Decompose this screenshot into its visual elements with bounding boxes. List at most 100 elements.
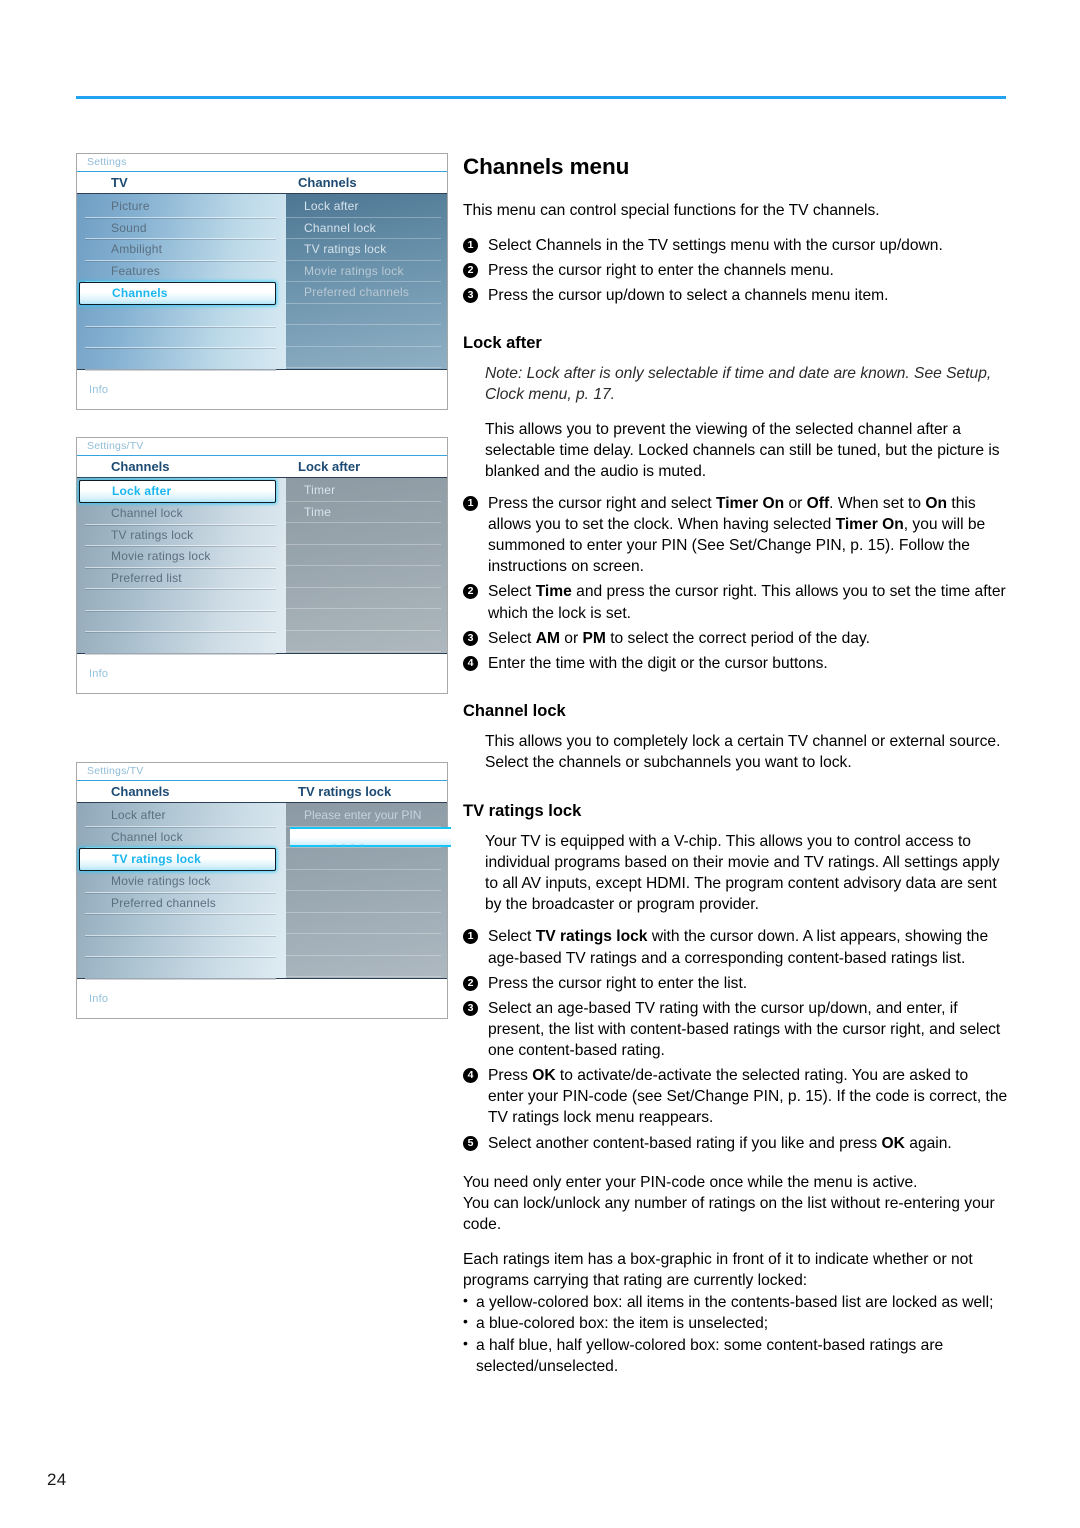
list-item: a blue-colored box: the item is unselect… [463, 1312, 1008, 1334]
submenu-item-lock-after[interactable]: Lock after [286, 196, 441, 218]
emphasis: On [925, 494, 948, 512]
submenu-item-preferred-channels[interactable]: Preferred channels [286, 282, 441, 304]
channel-lock-body: This allows you to completely lock a cer… [485, 733, 1001, 772]
step-text: Enter the time with the digit or the cur… [488, 654, 828, 672]
submenu-item-timer[interactable]: Timer [286, 480, 441, 502]
menu-item-preferred-channels[interactable]: Preferred channels [85, 893, 277, 914]
step-text: Select an age-based TV rating with the c… [488, 999, 1001, 1060]
submenu-row-empty [286, 631, 441, 652]
list-item: 1 Press the cursor right and select Timer… [463, 493, 1008, 578]
menu-row-empty [85, 611, 277, 632]
menu-item-movie-ratings-lock[interactable]: Movie ratings lock [85, 871, 277, 893]
lock-after-note: Note: Lock after is only selectable if t… [485, 365, 992, 404]
osd-left-list: Lock after Channel lock TV ratings lock … [77, 478, 287, 654]
osd-left-title: Channels [111, 784, 170, 799]
step-text: Press the cursor up/down to select a cha… [488, 286, 889, 304]
submenu-item-tv-ratings-lock[interactable]: TV ratings lock [286, 239, 441, 261]
submenu-item-movie-ratings-lock[interactable]: Movie ratings lock [286, 261, 441, 282]
menu-item-lock-after[interactable]: Lock after [85, 805, 277, 827]
osd-right-title: TV ratings lock [298, 784, 392, 799]
submenu-row-empty [286, 588, 441, 609]
menu-item-picture[interactable]: Picture [85, 196, 277, 218]
step-number-icon: 4 [463, 1068, 478, 1084]
osd-body: Lock after Channel lock TV ratings lock … [77, 478, 447, 654]
list-item: a half blue, half yellow-colored box: so… [463, 1334, 1008, 1377]
osd-body: Picture Sound Ambilight Features Channel… [77, 194, 447, 370]
submenu-item-channel-lock[interactable]: Channel lock [286, 218, 441, 239]
emphasis: AM [535, 629, 560, 647]
menu-row-empty [85, 632, 277, 654]
page-title: Channels menu [463, 154, 630, 179]
submenu-row-empty [286, 913, 441, 934]
breadcrumb: Settings [77, 154, 447, 172]
osd-left-title: Channels [111, 459, 170, 474]
list-item: 1 Select Channels in the TV settings menu… [463, 235, 1008, 256]
menu-item-ambilight[interactable]: Ambilight [85, 239, 277, 261]
header-rule [76, 96, 1006, 99]
menu-row-empty [85, 936, 277, 957]
pin-input-field[interactable]: - - - - [290, 827, 451, 851]
submenu-item-time[interactable]: Time [286, 502, 441, 523]
submenu-row-empty [286, 347, 441, 368]
step-text: or [784, 494, 807, 512]
menu-item-preferred-list[interactable]: Preferred list [85, 568, 277, 589]
menu-item-features[interactable]: Features [85, 261, 277, 282]
menu-item-channels-selected[interactable]: Channels [79, 282, 277, 305]
osd-right-title: Channels [298, 175, 357, 190]
intro-step-list: 1 Select Channels in the TV settings menu… [463, 235, 1008, 306]
list-item: 1 Select TV ratings lock with the cursor … [463, 926, 1008, 968]
osd-right-list: Timer Time [286, 478, 447, 653]
tv-ratings-lock-body: Your TV is equipped with a V-chip. This … [485, 832, 1000, 914]
submenu-row-empty [286, 566, 441, 588]
page-number: 24 [47, 1470, 67, 1489]
menu-row-empty [85, 589, 277, 611]
step-number-icon: 3 [463, 630, 478, 646]
list-item: 4 Enter the time with the digit or the cu… [463, 653, 1008, 674]
osd-body: Lock after Channel lock TV ratings lock … [77, 803, 451, 979]
emphasis: TV ratings lock [535, 928, 648, 946]
osd-info-bar: Info [77, 978, 447, 1018]
emphasis: OK [532, 1067, 556, 1085]
osd-left-list: Picture Sound Ambilight Features Channel… [77, 194, 287, 370]
section-heading-channel-lock: Channel lock [463, 701, 566, 720]
step-text: Press [488, 1067, 533, 1085]
step-number-icon: 2 [463, 975, 478, 991]
menu-item-tv-ratings-lock-selected[interactable]: TV ratings lock [79, 848, 277, 871]
step-text: . When set to [829, 494, 926, 512]
submenu-row-empty [286, 325, 441, 347]
submenu-row-empty [286, 891, 441, 913]
osd-right-list: Lock after Channel lock TV ratings lock … [286, 194, 447, 369]
submenu-row-empty [286, 956, 441, 977]
menu-row-empty [85, 957, 277, 979]
menu-row-empty [85, 305, 277, 327]
osd-screenshot-2: Settings/TV Channels Lock after Lock aft… [76, 437, 448, 694]
step-number-icon: 2 [463, 262, 478, 278]
menu-item-channel-lock[interactable]: Channel lock [85, 827, 277, 848]
menu-item-movie-ratings-lock[interactable]: Movie ratings lock [85, 546, 277, 568]
list-item: 5 Select another content-based rating if … [463, 1133, 1008, 1154]
step-text: Press the cursor right to enter the list… [488, 974, 748, 992]
box-graphic-bullet-list: a yellow-colored box: all items in the c… [463, 1291, 1008, 1377]
menu-item-tv-ratings-lock[interactable]: TV ratings lock [85, 525, 277, 546]
submenu-row-empty [286, 805, 441, 827]
osd-right-pin-panel: Please enter your PIN - - - - [286, 803, 451, 978]
osd-info-bar: Info [77, 653, 447, 693]
step-text: Select [488, 583, 536, 601]
osd-left-title: TV [111, 175, 128, 190]
submenu-row-empty [286, 523, 441, 545]
submenu-row-empty [286, 870, 441, 891]
menu-item-channel-lock[interactable]: Channel lock [85, 503, 277, 525]
menu-item-sound[interactable]: Sound [85, 218, 277, 239]
step-number-icon: 3 [463, 287, 478, 303]
pin-note-1: You need only enter your PIN-code once w… [463, 1173, 918, 1191]
menu-row-empty [85, 914, 277, 936]
emphasis: Timer On [835, 516, 904, 534]
step-text: again. [904, 1134, 952, 1152]
step-number-icon: 3 [463, 1000, 478, 1016]
emphasis: Timer On [715, 494, 785, 512]
menu-row-empty [85, 327, 277, 348]
step-text: to select the correct period of the day. [605, 629, 870, 647]
menu-item-lock-after-selected[interactable]: Lock after [79, 480, 277, 503]
tv-ratings-step-list: 1 Select TV ratings lock with the cursor … [463, 926, 1008, 1153]
step-number-icon: 1 [463, 237, 478, 253]
